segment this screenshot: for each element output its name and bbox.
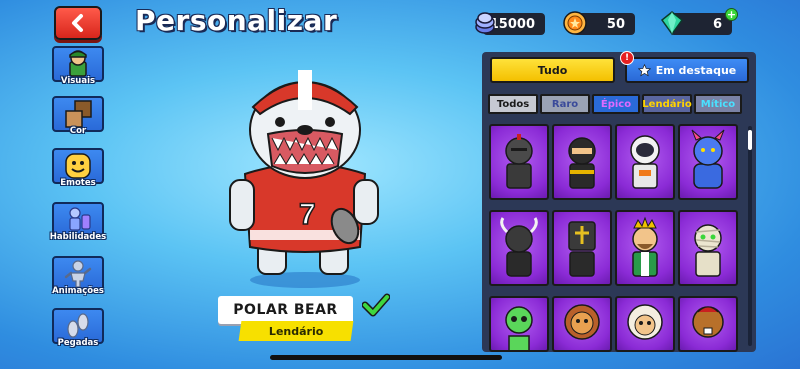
skin-card[interactable] [615, 210, 675, 286]
tab-raro[interactable]: Raro [540, 94, 590, 114]
sidebar-item-label: Pegadas [57, 338, 99, 348]
jersey-number: 7 [299, 198, 316, 231]
skins-scrollbar-thumb[interactable] [748, 130, 752, 150]
skin-card[interactable] [615, 124, 675, 200]
astronaut-skin-icon [630, 135, 660, 189]
sidebar-item-pegadas[interactable]: Pegadas [50, 308, 106, 356]
trophy-icon [563, 11, 587, 35]
skin-card[interactable] [489, 210, 549, 286]
coins-icon [475, 12, 495, 34]
skin-card[interactable] [678, 296, 738, 352]
filter-featured-label: Em destaque [655, 63, 737, 77]
tab-epico[interactable]: Épico [592, 94, 640, 114]
sidebar-item-label: Cor [69, 126, 87, 136]
skin-card[interactable] [678, 124, 738, 200]
skin-card[interactable] [552, 296, 612, 352]
king-skin-icon [632, 216, 658, 277]
polar-bear-character: 7 [229, 70, 379, 288]
blue-monster-skin-icon [691, 129, 725, 189]
sidebar-item-emotes[interactable]: Emotes [50, 148, 106, 196]
sidebar-item-label: Habilidades [49, 232, 107, 242]
skin-card[interactable] [615, 296, 675, 352]
crusader-skin-icon [568, 221, 596, 277]
filter-featured-button[interactable]: Em destaque [625, 57, 749, 83]
coins-counter: 15000 [475, 12, 545, 35]
sidebar-item-animacoes[interactable]: Animações [50, 256, 106, 304]
trophies-value: 50 [606, 16, 625, 32]
skins-scrollbar[interactable] [748, 126, 752, 346]
star-icon [637, 63, 651, 76]
add-gems-button[interactable]: + [725, 8, 738, 21]
top-bar: Personalizar 15000 50 6 + [0, 0, 800, 44]
sidebar-item-cor[interactable]: Cor [50, 96, 106, 144]
back-button[interactable] [54, 6, 102, 40]
abilities-icon [69, 207, 91, 231]
sidebar-item-label: Visuais [60, 76, 96, 86]
color-swatch-icon [65, 100, 92, 128]
chevron-left-icon [72, 14, 83, 32]
sidebar-item-label: Emotes [60, 178, 96, 188]
character-rarity: Lendário [268, 324, 324, 338]
gems-value: 6 [712, 16, 722, 32]
sidebar-item-visuais[interactable]: Visuais [50, 46, 106, 94]
lion-skin-icon [564, 304, 600, 340]
sidebar-item-label: Animações [52, 286, 104, 296]
tab-todos[interactable]: Todos [488, 94, 538, 114]
ninja-skin-icon [568, 137, 596, 189]
knight-skin-icon [505, 134, 533, 189]
character-rarity-badge: Lendário [238, 321, 354, 341]
mummy-skin-icon [694, 224, 722, 277]
skin-card[interactable] [678, 210, 738, 286]
sidebar-item-habilidades[interactable]: Habilidades [50, 202, 106, 250]
tab-mitico[interactable]: Mítico [694, 94, 742, 114]
filter-all-button[interactable]: Tudo [490, 57, 615, 83]
animation-icon [64, 260, 92, 288]
bull-skin-icon [500, 217, 538, 277]
smiley-icon [65, 153, 91, 179]
sheep-skin-icon [627, 304, 663, 340]
beaver-skin-icon [692, 306, 724, 338]
skin-card[interactable] [552, 124, 612, 200]
tab-lendario[interactable]: Lendário [642, 94, 692, 114]
page-title: Personalizar [135, 4, 338, 37]
character-preview[interactable]: 7 [220, 62, 390, 292]
trophies-counter: 50 [563, 11, 635, 35]
character-name: POLAR BEAR [218, 296, 353, 324]
skin-card[interactable] [489, 296, 549, 352]
skin-card[interactable] [552, 210, 612, 286]
gems-counter: 6 [660, 11, 732, 36]
skin-card[interactable] [489, 124, 549, 200]
checkmark-icon [362, 293, 390, 317]
skeleton-skin-icon [505, 306, 533, 350]
notification-badge: ! [620, 51, 634, 65]
home-indicator[interactable] [270, 355, 502, 360]
footprints-icon [67, 313, 89, 338]
gem-icon [660, 11, 684, 36]
